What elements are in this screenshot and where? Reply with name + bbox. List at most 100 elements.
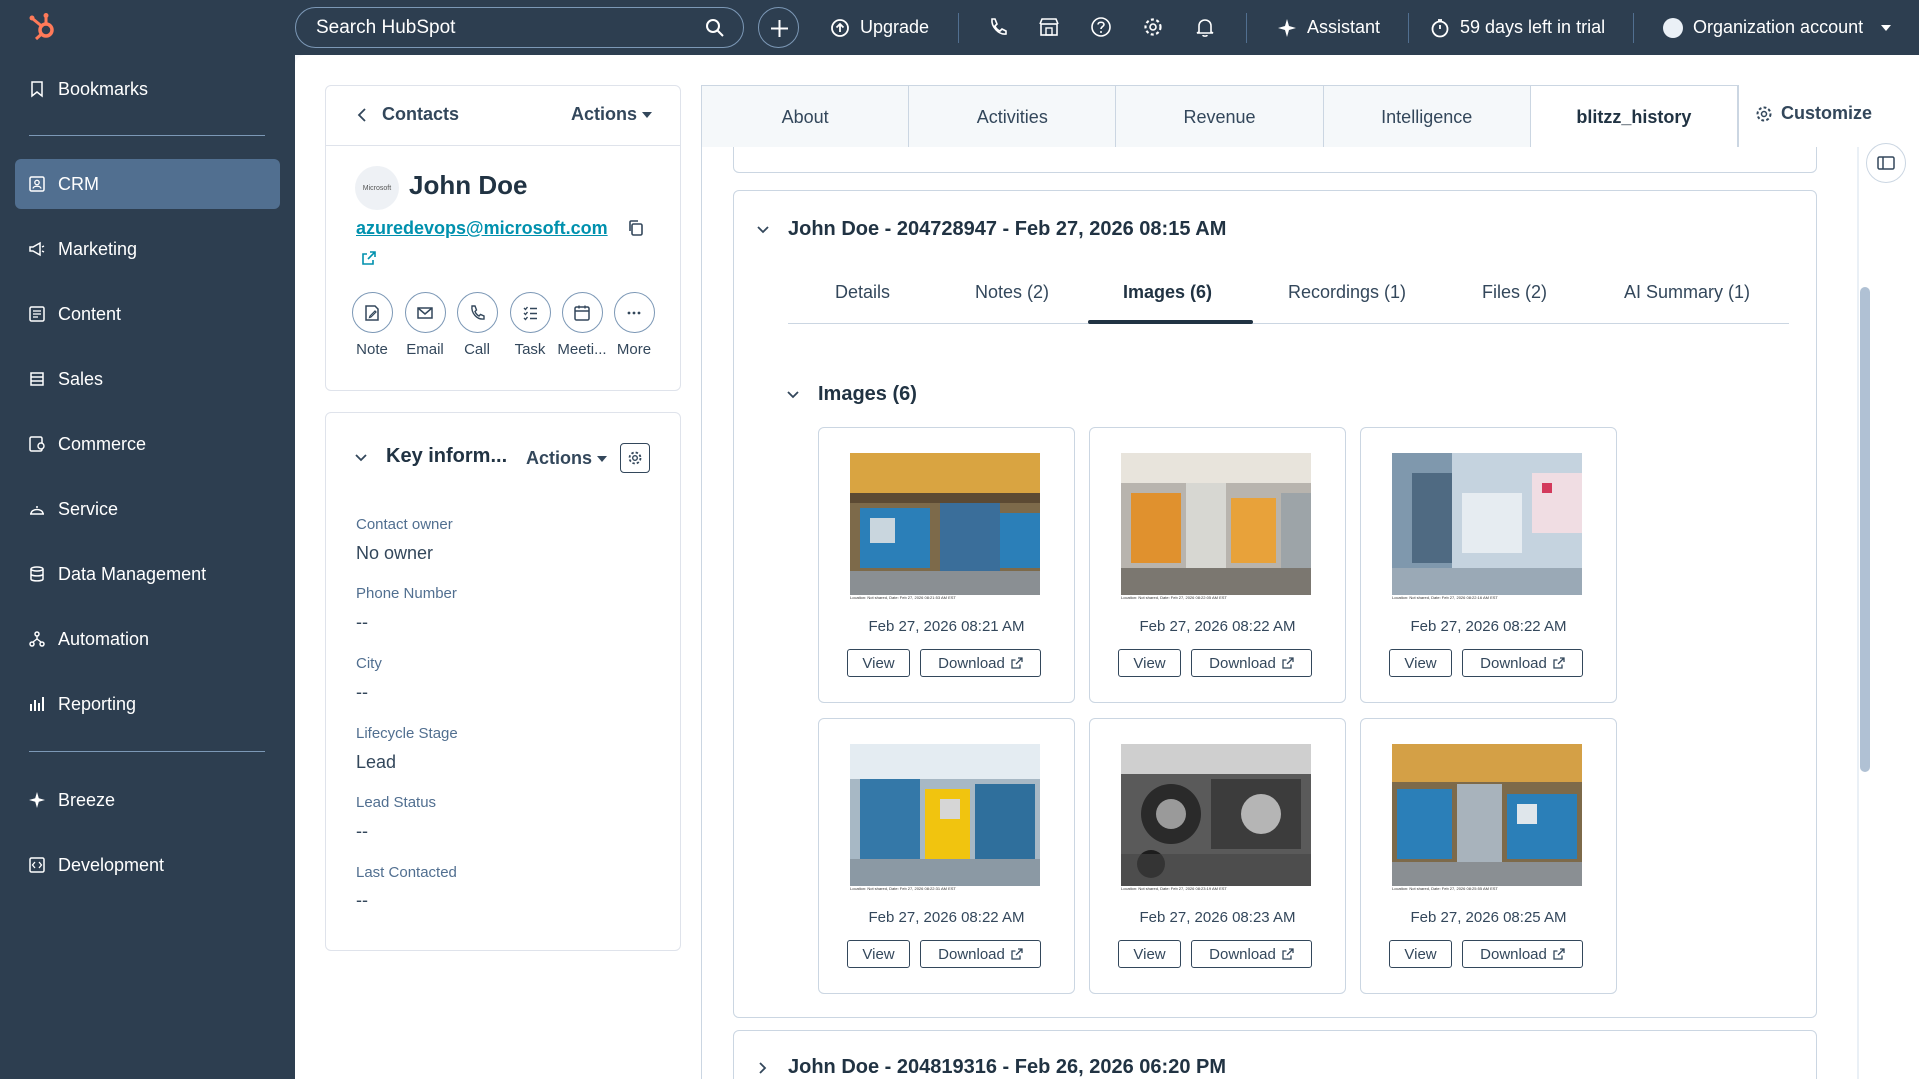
property-label: Lifecycle Stage — [356, 725, 458, 742]
property-value[interactable]: Lead — [356, 752, 396, 773]
timer-icon — [1431, 18, 1449, 37]
download-label: Download — [1480, 945, 1547, 963]
download-button[interactable]: Download — [1191, 940, 1312, 968]
automation-icon — [29, 631, 45, 647]
meeting-label: Meeti... — [557, 341, 607, 358]
customize-button[interactable]: Customize — [1755, 103, 1872, 124]
sidebar-item-development[interactable]: Development — [15, 840, 280, 890]
create-button[interactable] — [758, 7, 799, 48]
tab-about[interactable]: About — [702, 86, 910, 148]
more-action[interactable]: More — [610, 292, 658, 358]
search-icon — [706, 19, 724, 37]
property-value[interactable]: -- — [356, 682, 368, 703]
record-title: John Doe - 204728947 - Feb 27, 2026 08:1… — [788, 218, 1227, 240]
phone-icon[interactable] — [987, 16, 1009, 38]
sidebar-item-label: CRM — [58, 173, 99, 194]
scrollbar-thumb[interactable] — [1860, 287, 1870, 772]
note-label: Note — [356, 341, 388, 358]
property-value[interactable]: No owner — [356, 543, 433, 564]
property-value[interactable]: -- — [356, 612, 368, 633]
download-label: Download — [938, 654, 1005, 672]
download-button[interactable]: Download — [1462, 649, 1583, 677]
call-action[interactable]: Call — [453, 292, 501, 358]
external-link-icon[interactable] — [361, 250, 377, 266]
service-icon — [30, 506, 44, 515]
tab-activities[interactable]: Activities — [909, 86, 1117, 148]
view-button[interactable]: View — [1389, 940, 1452, 968]
note-action[interactable]: Note — [348, 292, 396, 358]
key-info-settings-button[interactable] — [620, 443, 650, 473]
view-button[interactable]: View — [847, 649, 910, 677]
factory-photo[interactable] — [850, 744, 1040, 886]
factory-photo[interactable] — [1392, 453, 1582, 595]
subtab-ai-summary[interactable]: AI Summary (1) — [1624, 282, 1750, 303]
view-button[interactable]: View — [1118, 649, 1181, 677]
sidebar-item-bookmarks[interactable]: Bookmarks — [15, 64, 280, 114]
images-section-header[interactable]: Images (6) — [786, 383, 917, 406]
upgrade-button[interactable]: Upgrade — [830, 0, 929, 55]
tab-blitzz-history[interactable]: blitzz_history — [1530, 86, 1739, 148]
image-card: Location: Not shared, Date: Feb 27, 2026… — [1089, 427, 1346, 703]
sidebar-item-automation[interactable]: Automation — [15, 614, 280, 664]
sidebar-item-content[interactable]: Content — [15, 289, 280, 339]
sidebar-item-crm[interactable]: CRM — [15, 159, 280, 209]
account-menu[interactable]: Organization account — [1663, 0, 1892, 55]
sidebar-item-commerce[interactable]: Commerce — [15, 419, 280, 469]
subtab-recordings[interactable]: Recordings (1) — [1288, 282, 1406, 303]
trial-label: 59 days left in trial — [1460, 17, 1606, 37]
task-action[interactable]: Task — [506, 292, 554, 358]
sidebar-toggle-button[interactable] — [1866, 143, 1906, 183]
key-info-actions-dropdown[interactable]: Actions — [526, 448, 608, 469]
download-button[interactable]: Download — [1462, 940, 1583, 968]
contact-email-link[interactable]: azuredevops@microsoft.com — [356, 218, 608, 239]
assistant-button[interactable]: Assistant — [1277, 0, 1380, 55]
sidebar-item-data-management[interactable]: Data Management — [15, 549, 280, 599]
view-button[interactable]: View — [1118, 940, 1181, 968]
download-button[interactable]: Download — [1191, 649, 1312, 677]
email-action[interactable]: Email — [401, 292, 449, 358]
tab-revenue[interactable]: Revenue — [1116, 86, 1324, 148]
sidebar-item-label: Breeze — [58, 789, 116, 810]
copy-icon[interactable] — [627, 219, 645, 237]
help-icon[interactable] — [1090, 16, 1112, 38]
chevron-right-icon — [759, 1061, 767, 1074]
notifications-bell-icon[interactable] — [1194, 16, 1216, 38]
chevron-down-icon[interactable] — [354, 451, 368, 465]
record-header[interactable]: John Doe - 204728947 - Feb 27, 2026 08:1… — [756, 218, 1226, 241]
sidebar-item-reporting[interactable]: Reporting — [15, 679, 280, 729]
sidebar-item-breeze[interactable]: Breeze — [15, 775, 280, 825]
download-button[interactable]: Download — [920, 649, 1041, 677]
back-to-contacts-link[interactable]: Contacts — [356, 104, 459, 125]
download-button[interactable]: Download — [920, 940, 1041, 968]
download-label: Download — [1209, 945, 1276, 963]
record-title: John Doe - 204819316 - Feb 26, 2026 06:2… — [788, 1056, 1226, 1078]
marketplace-icon[interactable] — [1038, 16, 1060, 38]
settings-icon[interactable] — [1142, 16, 1164, 38]
factory-photo[interactable] — [850, 453, 1040, 595]
property-value[interactable]: -- — [356, 890, 368, 911]
factory-photo[interactable] — [1121, 453, 1311, 595]
sidebar-item-sales[interactable]: Sales — [15, 354, 280, 404]
machinery-photo[interactable] — [1121, 744, 1311, 886]
hubspot-logo[interactable] — [26, 10, 58, 42]
actions-label: Actions — [571, 104, 638, 124]
subtab-files[interactable]: Files (2) — [1482, 282, 1547, 303]
call-label: Call — [464, 341, 490, 358]
tab-intelligence[interactable]: Intelligence — [1324, 86, 1531, 148]
record-header[interactable]: John Doe - 204819316 - Feb 26, 2026 06:2… — [756, 1056, 1226, 1079]
view-button[interactable]: View — [1389, 649, 1452, 677]
factory-photo[interactable] — [1392, 744, 1582, 886]
subtab-details[interactable]: Details — [835, 282, 890, 303]
search-input[interactable]: Search HubSpot — [295, 7, 744, 48]
chevron-down-icon — [1881, 24, 1892, 31]
view-button[interactable]: View — [847, 940, 910, 968]
property-value[interactable]: -- — [356, 821, 368, 842]
subtab-images[interactable]: Images (6) — [1123, 282, 1212, 303]
contact-actions-dropdown[interactable]: Actions — [571, 104, 653, 125]
task-icon — [523, 306, 537, 321]
sidebar-item-service[interactable]: Service — [15, 484, 280, 534]
sidebar-item-marketing[interactable]: Marketing — [15, 224, 280, 274]
subtab-notes[interactable]: Notes (2) — [975, 282, 1049, 303]
trial-status[interactable]: 59 days left in trial — [1430, 0, 1605, 55]
meeting-action[interactable]: Meeti... — [557, 292, 607, 358]
